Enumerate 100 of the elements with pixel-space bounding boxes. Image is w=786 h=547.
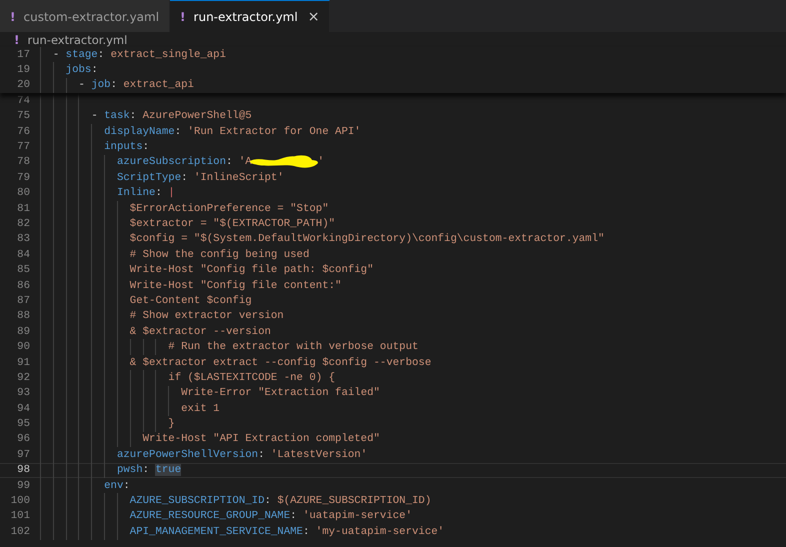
punctuation: - xyxy=(52,48,60,61)
punctuation: : xyxy=(123,480,130,492)
editor-tab[interactable]: ! run-extractor.yml × xyxy=(170,0,330,32)
yaml-key: inputs xyxy=(104,141,143,154)
code-text: Write-Error "Extraction failed" xyxy=(181,387,380,400)
yaml-key: azurePowerShellVersion xyxy=(116,448,258,461)
punctuation: : xyxy=(290,510,298,522)
punctuation: : xyxy=(155,187,163,200)
line-number: 94 xyxy=(16,402,30,415)
yaml-file-icon: ! xyxy=(180,10,186,24)
code-text: $ErrorActionPreference = "Stop" xyxy=(130,202,329,215)
line-number: 79 xyxy=(16,172,30,184)
code-text: } xyxy=(168,418,175,430)
code-text: Get-Content $config xyxy=(130,294,252,307)
code-text: Write-Host "Config file content:" xyxy=(130,280,342,292)
code-text: Write-Host "API Extraction completed" xyxy=(142,433,380,446)
line-number: 90 xyxy=(16,341,30,354)
line-number: 17 xyxy=(16,48,30,61)
yaml-key: jobs xyxy=(66,64,92,76)
line-number: 96 xyxy=(16,433,30,446)
punctuation: : xyxy=(226,156,234,168)
punctuation: : xyxy=(264,495,272,508)
line-number: 75 xyxy=(16,110,30,122)
code-text: 'A xyxy=(238,156,252,168)
code-text: 'uatapim-service' xyxy=(302,510,412,522)
yaml-file-icon: ! xyxy=(10,10,16,24)
line-number: 84 xyxy=(16,248,30,261)
code-text: if ($LASTEXITCODE -ne 0) { xyxy=(168,372,336,384)
yaml-key: AZURE_SUBSCRIPTION_ID xyxy=(130,495,264,508)
yaml-key: API_MANAGEMENT_SERVICE_NAME xyxy=(130,526,303,538)
line-number: 77 xyxy=(16,141,30,154)
code-text: exit 1 xyxy=(181,402,220,415)
code-text: & $extractor extract --config $config --verbose xyxy=(130,356,432,368)
yaml-key: task xyxy=(104,110,130,122)
yaml-key: pwsh xyxy=(116,464,143,476)
code-text: AzurePowerShell@5 xyxy=(142,110,252,122)
line-number: 102 xyxy=(10,526,30,538)
line-number: 91 xyxy=(16,356,30,368)
line-number: 80 xyxy=(16,187,30,200)
highlighted-word: true xyxy=(155,464,182,476)
yaml-key: azureSubscription xyxy=(116,156,226,168)
yaml-key: AZURE_RESOURCE_GROUP_NAME xyxy=(130,510,290,522)
line-number: 76 xyxy=(16,126,30,138)
code-text: $(AZURE_SUBSCRIPTION_ID) xyxy=(277,495,432,508)
punctuation: : xyxy=(142,464,150,476)
line-number: 89 xyxy=(16,326,30,338)
editor-tab[interactable]: ! custom-extractor.yaml xyxy=(0,0,170,32)
line-number: 74 xyxy=(16,94,30,107)
code-text: 'Run Extractor for One API' xyxy=(188,126,361,138)
line-number: 100 xyxy=(10,495,30,508)
line-number: 83 xyxy=(16,233,30,246)
punctuation: - xyxy=(78,79,86,92)
code-text: extract_api xyxy=(123,79,194,92)
yaml-key: job xyxy=(91,79,111,92)
code-text: Write-Host "Config file path: $config" xyxy=(130,264,374,276)
code-text: 'my-uatapim-service' xyxy=(316,526,444,538)
line-number: 20 xyxy=(16,79,30,92)
code-text: $extractor = "$(EXTRACTOR_PATH)" xyxy=(130,218,336,230)
punctuation: : xyxy=(302,526,310,538)
code-text: # Show extractor version xyxy=(130,310,284,322)
punctuation: : xyxy=(142,141,150,154)
line-number: 78 xyxy=(16,156,30,168)
line-number: 19 xyxy=(16,64,30,76)
line-number: 85 xyxy=(16,264,30,276)
punctuation: : xyxy=(181,172,189,184)
line-number: 92 xyxy=(16,372,30,384)
line-number: 87 xyxy=(16,294,30,307)
line-number: 98 xyxy=(16,464,30,476)
line-number: 82 xyxy=(16,218,30,230)
punctuation: : xyxy=(258,448,266,461)
code-text: # Run the extractor with verbose output xyxy=(168,341,418,354)
breadcrumb-item[interactable]: run-extractor.yml xyxy=(27,32,128,46)
punctuation: : xyxy=(98,48,106,61)
punctuation: - xyxy=(91,110,99,122)
line-number: 97 xyxy=(16,448,30,461)
line-number: 93 xyxy=(16,387,30,400)
line-number: 95 xyxy=(16,418,30,430)
punctuation: : xyxy=(130,110,138,122)
line-number: 101 xyxy=(10,510,30,522)
line-number: 88 xyxy=(16,310,30,322)
yaml-key: ScriptType xyxy=(116,172,182,184)
yaml-key: stage xyxy=(66,48,98,61)
code-text: extract_single_api xyxy=(110,48,226,61)
block-indicator: | xyxy=(168,187,175,200)
code-text: 'InlineScript' xyxy=(194,172,284,184)
code-text: 'LatestVersion' xyxy=(270,448,368,461)
yaml-key: Inline xyxy=(116,187,156,200)
code-text: # Show the config being used xyxy=(130,248,310,261)
yaml-key: displayName xyxy=(104,126,175,138)
close-icon[interactable]: × xyxy=(308,8,320,24)
code-text: ' xyxy=(318,156,324,168)
punctuation: : xyxy=(174,126,182,138)
code-text: & $extractor --version xyxy=(130,326,271,338)
yaml-key: env xyxy=(104,480,124,492)
punctuation: : xyxy=(110,79,118,92)
line-number: 86 xyxy=(16,280,30,292)
punctuation: : xyxy=(91,64,98,76)
line-number: 81 xyxy=(16,202,30,215)
yaml-file-icon: ! xyxy=(14,32,20,46)
line-number: 99 xyxy=(16,480,30,492)
